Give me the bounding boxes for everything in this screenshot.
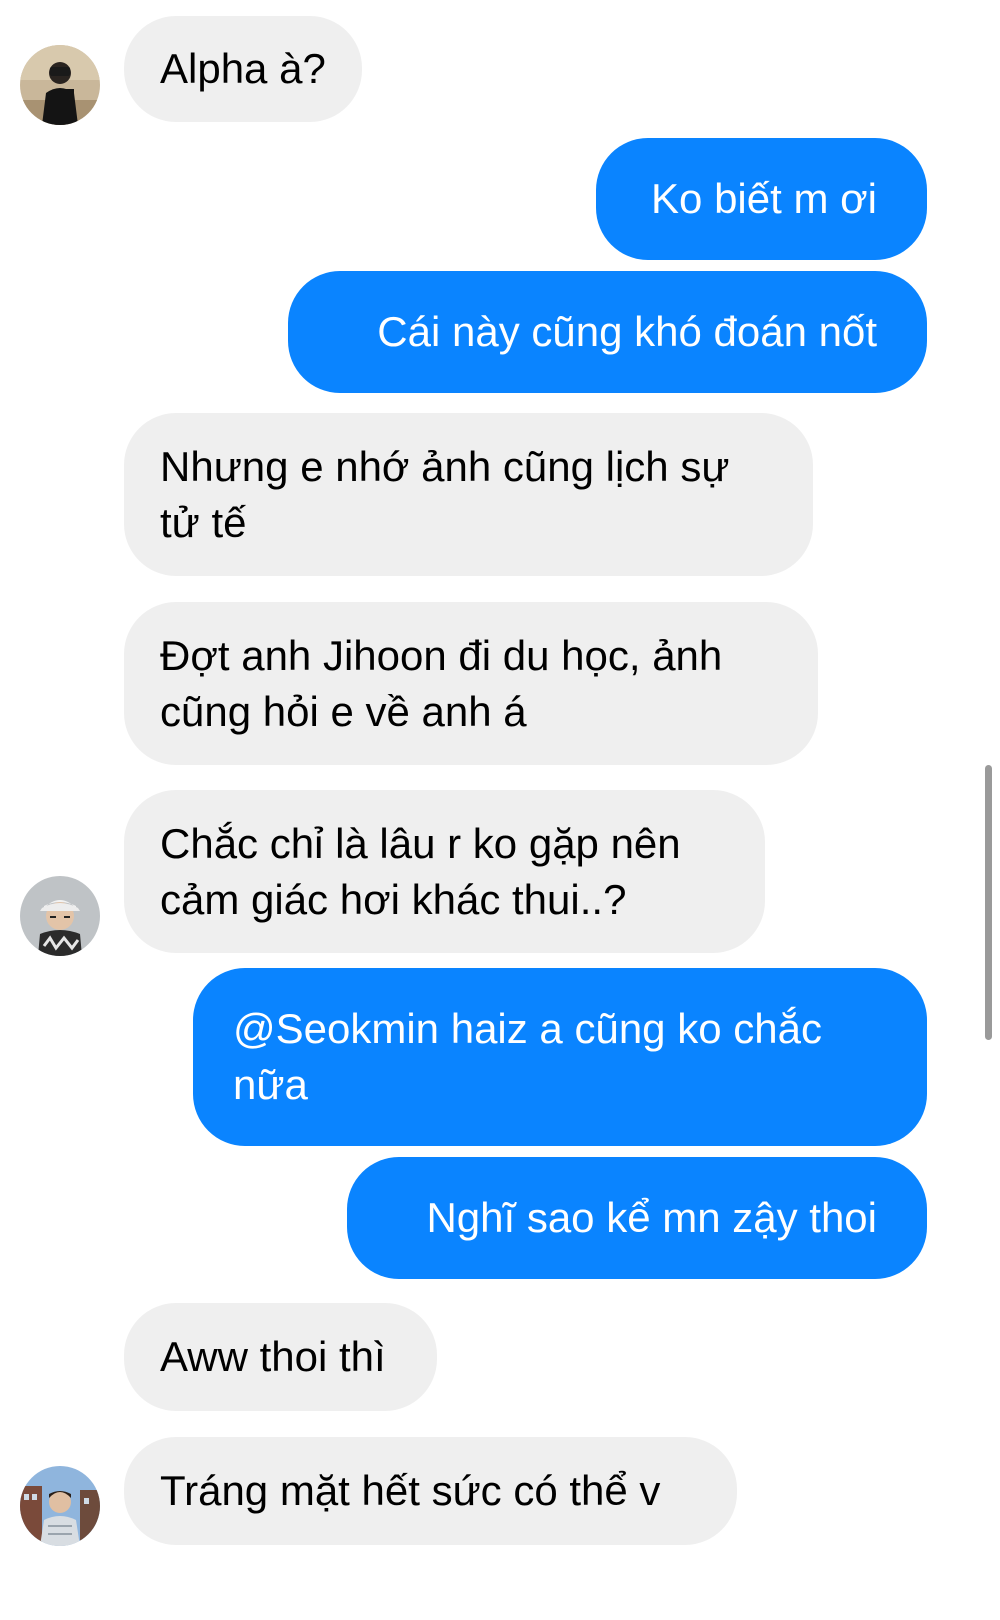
message-text: Chắc chỉ là lâu r ko gặp nên cảm giác hơ… [160, 819, 681, 923]
message-text: Nhưng e nhớ ảnh cũng lịch sự tử tế [160, 442, 730, 546]
message-bubble-incoming[interactable]: Nhưng e nhớ ảnh cũng lịch sự tử tế [124, 413, 813, 576]
message-bubble-incoming[interactable]: Đợt anh Jihoon đi du học, ảnh cũng hỏi e… [124, 602, 818, 765]
message-bubble-incoming[interactable]: Tráng mặt hết sức có thể v [124, 1437, 737, 1545]
message-text: Cái này cũng khó đoán nốt [377, 308, 877, 355]
message-text: Alpha à? [160, 45, 326, 92]
outdoor-avatar[interactable] [20, 1466, 100, 1546]
message-text: Tráng mặt hết sức có thể v [160, 1467, 661, 1514]
message-text: Aww thoi thì [160, 1333, 386, 1380]
message-bubble-incoming[interactable]: Aww thoi thì [124, 1303, 437, 1411]
chat-thread: Alpha à? Ko biết m ơi Cái này cũng khó đ… [0, 0, 1000, 1620]
cap-avatar[interactable] [20, 876, 100, 956]
message-bubble-incoming[interactable]: Alpha à? [124, 16, 362, 122]
person-with-camera-icon [20, 45, 100, 125]
message-bubble-outgoing[interactable]: Ko biết m ơi [596, 138, 927, 260]
message-text: @Seokmin haiz a cũng ko chắc nữa [233, 1005, 822, 1108]
message-text: Đợt anh Jihoon đi du học, ảnh cũng hỏi e… [160, 631, 723, 735]
person-outdoors-icon [20, 1466, 100, 1546]
message-text: Ko biết m ơi [651, 175, 877, 222]
message-bubble-outgoing[interactable]: Cái này cũng khó đoán nốt [288, 271, 927, 393]
message-bubble-incoming[interactable]: Chắc chỉ là lâu r ko gặp nên cảm giác hơ… [124, 790, 765, 953]
person-with-cap-icon [20, 876, 100, 956]
message-bubble-outgoing[interactable]: Nghĩ sao kể mn zậy thoi [347, 1157, 927, 1279]
message-text: Nghĩ sao kể mn zậy thoi [426, 1194, 877, 1241]
scrollbar[interactable] [985, 765, 992, 1040]
message-bubble-outgoing[interactable]: @Seokmin haiz a cũng ko chắc nữa [193, 968, 927, 1146]
photographer-avatar[interactable] [20, 45, 100, 125]
